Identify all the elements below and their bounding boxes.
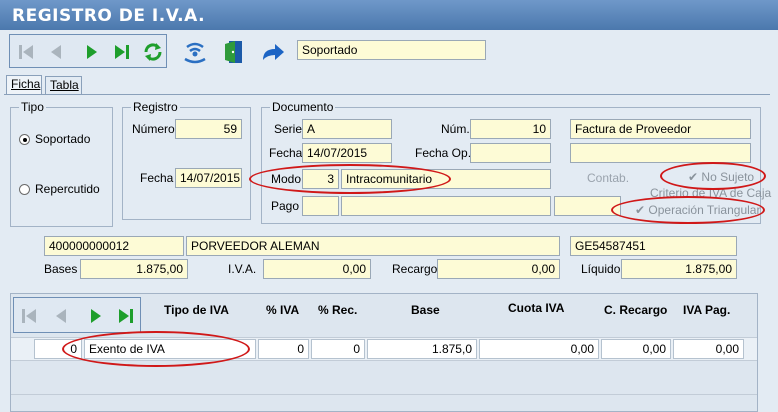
- radio-soportado-label[interactable]: Soportado: [35, 132, 90, 146]
- proveedor-nif-field[interactable]: GE54587451: [570, 236, 737, 256]
- num-label: Núm.: [441, 122, 470, 136]
- bases-field[interactable]: 1.875,00: [80, 259, 188, 279]
- check-icon: ✔: [688, 170, 699, 184]
- header-tipo-iva: Tipo de IVA: [164, 303, 229, 317]
- fechaop-label: Fecha Op.: [415, 146, 472, 160]
- registro-group-title: Registro: [131, 100, 180, 114]
- window-title: REGISTRO DE I.V.A.: [12, 6, 206, 26]
- tab-ficha-label: Ficha: [11, 77, 41, 91]
- tab-tabla-label: Tabla: [50, 78, 79, 92]
- contab-label: Contab.: [587, 171, 630, 185]
- liquido-label: Líquido: [581, 262, 621, 276]
- header-crecargo: C. Recargo: [604, 303, 668, 317]
- check-icon: ✔: [635, 203, 646, 217]
- signal-icon[interactable]: [180, 38, 210, 66]
- operacion-triangular-checkbox[interactable]: ✔ Operación Triangular: [635, 203, 760, 217]
- row-base-cell[interactable]: 1.875,0: [367, 339, 477, 359]
- radio-repercutido-label[interactable]: Repercutido: [35, 182, 100, 196]
- exit-door-icon[interactable]: [220, 38, 248, 66]
- numero-field[interactable]: 59: [175, 119, 242, 139]
- grid-first-icon[interactable]: [17, 304, 41, 328]
- radio-repercutido[interactable]: [19, 184, 30, 195]
- grid-prev-icon[interactable]: [49, 304, 73, 328]
- modo-code-field[interactable]: 3: [302, 169, 339, 189]
- modo-field[interactable]: Intracomunitario: [341, 169, 551, 189]
- prev-record-icon[interactable]: [44, 40, 68, 64]
- header-piva: % IVA: [266, 303, 300, 317]
- proveedor-name-field[interactable]: PORVEEDOR ALEMAN: [186, 236, 560, 256]
- row-tipo-cell[interactable]: Exento de IVA: [84, 339, 256, 359]
- tab-tabla[interactable]: Tabla: [45, 76, 82, 94]
- registro-fecha-label: Fecha: [140, 171, 174, 185]
- documento-extra-field[interactable]: [570, 143, 751, 163]
- recargo-field[interactable]: 0,00: [437, 259, 560, 279]
- documento-group-title: Documento: [270, 100, 336, 114]
- serie-field[interactable]: A: [302, 119, 392, 139]
- tipo-group: Tipo: [10, 100, 113, 227]
- tab-ficha[interactable]: Ficha: [6, 75, 42, 95]
- header-cuota: Cuota IVA: [508, 301, 565, 315]
- documento-fecha-label: Fecha: [269, 146, 303, 160]
- row-cuota-cell[interactable]: 0,00: [479, 339, 599, 359]
- no-sujeto-label: No Sujeto: [701, 170, 755, 184]
- first-record-icon[interactable]: [14, 40, 38, 64]
- row-crecargo-cell[interactable]: 0,00: [601, 339, 671, 359]
- header-ivapag: IVA Pag.: [683, 303, 731, 317]
- forward-arrow-icon[interactable]: [258, 38, 288, 66]
- liquido-field[interactable]: 1.875,00: [621, 259, 737, 279]
- iva-field[interactable]: 0,00: [263, 259, 371, 279]
- no-sujeto-checkbox[interactable]: ✔ No Sujeto: [688, 170, 754, 184]
- refresh-icon[interactable]: [140, 39, 166, 65]
- documento-fecha-field[interactable]: 14/07/2015: [302, 143, 392, 163]
- row-prec-cell[interactable]: 0: [311, 339, 365, 359]
- proveedor-code-field[interactable]: 400000000012: [44, 236, 184, 256]
- criterio-caja-checkbox[interactable]: Criterio de IVA de Caja: [650, 186, 771, 200]
- grid-last-icon[interactable]: [114, 304, 138, 328]
- criterio-caja-label: Criterio de IVA de Caja: [650, 186, 772, 200]
- grid-empty-area-divider: [11, 394, 757, 395]
- fechaop-field[interactable]: [470, 143, 551, 163]
- pago-field[interactable]: [341, 196, 551, 216]
- serie-label: Serie: [274, 122, 303, 136]
- bases-label: Bases: [44, 262, 78, 276]
- radio-soportado[interactable]: [19, 134, 30, 145]
- registro-fecha-field[interactable]: 14/07/2015: [175, 168, 242, 188]
- grid-next-icon[interactable]: [84, 304, 108, 328]
- descripcion-field[interactable]: Factura de Proveedor: [570, 119, 751, 139]
- tab-panel-border: [4, 94, 770, 95]
- operacion-triangular-label: Operación Triangular: [648, 203, 761, 217]
- header-prec: % Rec.: [318, 303, 358, 317]
- modo-label: Modo: [271, 172, 302, 186]
- mode-field[interactable]: Soportado: [297, 40, 486, 60]
- pago-label: Pago: [271, 199, 300, 213]
- numero-label: Número: [132, 122, 175, 136]
- pago-code-field[interactable]: [302, 196, 339, 216]
- header-base: Base: [411, 303, 440, 317]
- last-record-icon[interactable]: [110, 40, 134, 64]
- row-ivapag-cell[interactable]: 0,00: [673, 339, 744, 359]
- iva-label: I.V.A.: [228, 262, 257, 276]
- title-bar: REGISTRO DE I.V.A.: [0, 0, 778, 30]
- recargo-label: Recargo: [392, 262, 438, 276]
- row-code-cell[interactable]: 0: [34, 339, 82, 359]
- pago-extra-field[interactable]: [554, 196, 621, 216]
- row-piva-cell[interactable]: 0: [258, 339, 309, 359]
- next-record-icon[interactable]: [80, 40, 104, 64]
- num-field[interactable]: 10: [470, 119, 551, 139]
- tipo-group-title: Tipo: [19, 100, 46, 114]
